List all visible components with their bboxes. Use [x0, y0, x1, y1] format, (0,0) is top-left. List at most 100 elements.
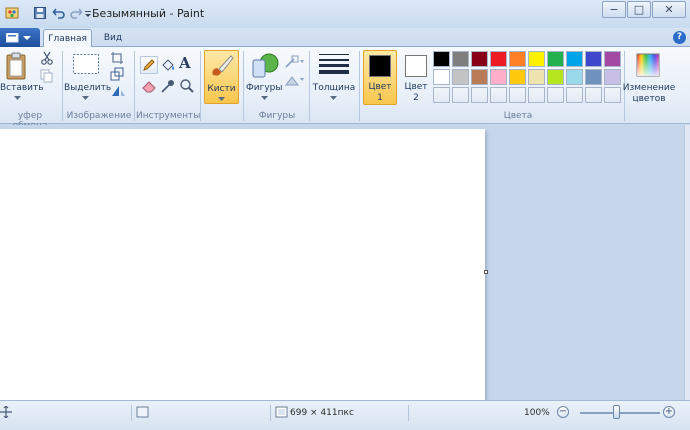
palette-color-swatch[interactable] — [509, 51, 526, 67]
status-divider — [408, 405, 409, 421]
color2-label: Цвет — [404, 82, 428, 92]
paste-button[interactable]: Вставить — [0, 83, 44, 93]
line-size-icon[interactable] — [319, 53, 349, 75]
palette-color-swatch[interactable] — [452, 51, 469, 67]
magnifier-icon[interactable] — [179, 78, 195, 94]
rotate-icon[interactable] — [110, 84, 128, 98]
palette-color-swatch[interactable] — [547, 51, 564, 67]
color2-swatch — [405, 55, 427, 77]
tools-group-label: Инструменты — [136, 111, 201, 121]
palette-custom-slot[interactable] — [604, 87, 621, 103]
chevron-down-icon — [14, 96, 21, 100]
close-button[interactable]: ✕ — [652, 1, 686, 18]
vertical-scrollbar[interactable] — [684, 125, 690, 400]
zoom-out-button[interactable]: − — [557, 406, 569, 418]
group-divider — [200, 51, 201, 121]
palette-custom-slot[interactable] — [547, 87, 564, 103]
chevron-down-icon — [261, 96, 268, 100]
select-button[interactable]: Выделить — [64, 83, 111, 93]
canvas-workspace — [0, 125, 690, 400]
palette-color-swatch[interactable] — [452, 69, 469, 85]
group-divider — [359, 51, 360, 121]
palette-color-swatch[interactable] — [528, 69, 545, 85]
resize-icon[interactable] — [110, 67, 124, 81]
palette-color-swatch[interactable] — [433, 51, 450, 67]
palette-custom-slot[interactable] — [490, 87, 507, 103]
group-divider — [62, 51, 63, 121]
color-picker-icon[interactable] — [160, 78, 176, 94]
zoom-in-button[interactable]: + — [663, 406, 675, 418]
title-bar: Безымянный - Paint − □ ✕ — [0, 0, 690, 28]
file-menu-button[interactable] — [0, 28, 40, 47]
outline-icon[interactable] — [284, 55, 306, 69]
crop-icon[interactable] — [110, 51, 124, 65]
palette-color-swatch[interactable] — [490, 51, 507, 67]
chevron-down-icon — [330, 96, 337, 100]
palette-color-swatch[interactable] — [471, 69, 488, 85]
status-bar: 699 × 411пкс 100% − + — [0, 400, 690, 430]
shapes-group-label: Фигуры — [258, 111, 296, 121]
palette-color-swatch[interactable] — [566, 69, 583, 85]
shapes-button[interactable]: Фигуры — [246, 83, 282, 93]
maximize-button[interactable]: □ — [627, 1, 651, 18]
fill-icon[interactable] — [284, 73, 306, 87]
copy-icon[interactable] — [40, 69, 54, 83]
palette-color-swatch[interactable] — [585, 51, 602, 67]
palette-color-swatch[interactable] — [433, 69, 450, 85]
text-tool-icon[interactable]: A — [179, 54, 191, 72]
paint-app-icon[interactable] — [5, 6, 19, 20]
zoom-percent: 100% — [524, 408, 550, 418]
drawing-canvas[interactable] — [0, 129, 485, 400]
file-menu-icon — [6, 33, 31, 43]
color1-number: 1 — [377, 93, 383, 103]
help-icon[interactable]: ? — [673, 31, 686, 44]
brushes-label: Кисти — [207, 84, 236, 94]
size-button[interactable]: Толщина — [312, 83, 356, 93]
palette-color-swatch[interactable] — [547, 69, 564, 85]
shapes-icon[interactable] — [250, 52, 280, 80]
palette-color-swatch[interactable] — [490, 69, 507, 85]
canvas-resize-handle[interactable] — [484, 270, 488, 274]
cut-icon[interactable] — [40, 51, 54, 65]
save-icon[interactable] — [33, 6, 47, 20]
minimize-button[interactable]: − — [602, 1, 626, 18]
color2-button[interactable]: Цвет 2 — [400, 50, 432, 105]
zoom-slider-track[interactable] — [580, 412, 660, 414]
colors-group-label: Цвета — [503, 111, 533, 121]
color1-button[interactable]: Цвет 1 — [363, 50, 397, 105]
palette-custom-slot[interactable] — [509, 87, 526, 103]
tab-home[interactable]: Главная — [43, 29, 92, 48]
edit-colors-button[interactable]: Изменение — [622, 83, 676, 93]
palette-custom-slot[interactable] — [433, 87, 450, 103]
palette-color-swatch[interactable] — [585, 69, 602, 85]
palette-color-swatch[interactable] — [566, 51, 583, 67]
tab-view[interactable]: Вид — [98, 29, 128, 48]
chevron-down-icon — [82, 96, 89, 100]
palette-color-swatch[interactable] — [604, 51, 621, 67]
palette-custom-slot[interactable] — [585, 87, 602, 103]
status-divider — [131, 405, 132, 421]
pencil-tool-button[interactable] — [140, 56, 158, 74]
paste-icon[interactable] — [4, 51, 30, 81]
fill-bucket-icon[interactable] — [160, 57, 176, 73]
palette-color-swatch[interactable] — [604, 69, 621, 85]
selection-size-icon — [136, 406, 149, 418]
edit-colors-icon[interactable] — [636, 53, 660, 77]
redo-icon[interactable] — [69, 6, 83, 20]
palette-custom-slot[interactable] — [528, 87, 545, 103]
select-icon[interactable] — [72, 53, 100, 75]
undo-icon[interactable] — [52, 6, 66, 20]
ribbon: Вставить уфер обмена Выделить Изображени… — [0, 47, 690, 131]
group-divider — [309, 51, 310, 121]
palette-custom-slot[interactable] — [452, 87, 469, 103]
customize-dropdown-icon[interactable] — [84, 6, 92, 20]
zoom-slider-thumb[interactable] — [613, 405, 620, 419]
brushes-button[interactable]: Кисти — [204, 50, 239, 104]
palette-color-swatch[interactable] — [509, 69, 526, 85]
palette-custom-slot[interactable] — [471, 87, 488, 103]
palette-custom-slot[interactable] — [566, 87, 583, 103]
color1-label: Цвет — [368, 82, 392, 92]
palette-color-swatch[interactable] — [471, 51, 488, 67]
palette-color-swatch[interactable] — [528, 51, 545, 67]
eraser-icon[interactable] — [141, 78, 157, 94]
